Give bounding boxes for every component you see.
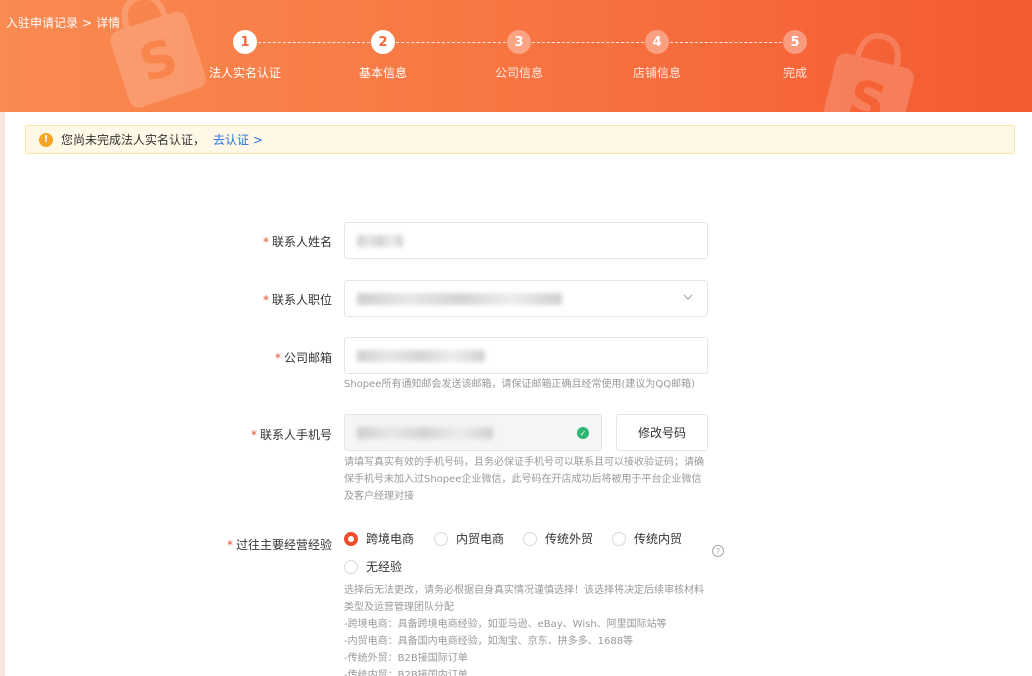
experience-hint: 选择后无法更改，请务必根据自身真实情况谨慎选择！该选择将决定后续审核材料类型及运… [344,582,710,676]
modify-phone-button[interactable]: 修改号码 [616,414,708,451]
contact-name-label-text: 联系人姓名 [271,235,332,249]
breadcrumb-current: 详情 [96,16,121,30]
radio-dot [523,531,537,546]
step-label: 完成 [782,66,807,80]
verification-warning: ! 您尚未完成法人实名认证， 去认证 > [25,125,1015,154]
step-4: 4 店铺信息 [607,30,707,81]
radio-dot [344,559,358,574]
experience-label-text: 过往主要经营经验 [235,538,332,552]
redacted-value [357,427,493,439]
step-label: 店铺信息 [632,66,681,80]
radio-label: 内贸电商 [456,532,505,546]
step-number: 5 [783,30,807,54]
radio-traditional-domestic-trade[interactable]: 传统内贸 [612,530,682,547]
contact-name-label: * 联系人姓名 [263,233,332,250]
step-2: 2 基本信息 [333,30,433,81]
warning-icon: ! [39,132,53,147]
contact-position-label-text: 联系人职位 [271,293,332,307]
warning-text: 您尚未完成法人实名认证， [61,133,206,147]
progress-steps: 1 法人实名认证 2 基本信息 3 公司信息 4 店铺信息 5 完成 [0,30,1032,90]
contact-phone-label-text: 联系人手机号 [259,428,332,442]
required-mark: * [262,293,269,307]
contact-position-select[interactable] [344,280,708,317]
contact-phone-hint: 请填写真实有效的手机号码，且务必保证手机号可以联系且可以接收验证码；请确保手机号… [344,457,704,502]
company-email-input[interactable] [344,337,708,374]
radio-traditional-foreign-trade[interactable]: 传统外贸 [523,530,593,547]
step-3: 3 公司信息 [469,30,569,81]
chevron-down-icon [683,292,693,302]
step-label: 公司信息 [494,66,543,80]
radio-label: 无经验 [366,560,403,574]
experience-hint-line: -内贸电商：具备国内电商经验，如淘宝、京东、拼多多、1688等 [344,636,634,647]
experience-label: * 过往主要经营经验 [227,536,332,553]
company-email-hint: Shopee所有通知邮会发送该邮箱，请保证邮箱正确且经常使用(建议为QQ邮箱) [344,379,696,390]
contact-position-label: * 联系人职位 [263,291,332,308]
required-mark: * [262,235,269,249]
contact-phone-input[interactable]: ✓ [344,414,602,451]
radio-label: 跨境电商 [366,532,415,546]
experience-hint-line: -传统外贸：B2B接国际订单 [344,653,468,664]
step-number: 4 [645,30,669,54]
company-email-label: * 公司邮箱 [275,349,332,366]
step-5: 5 完成 [745,30,845,81]
breadcrumb-parent[interactable]: 入驻申请记录 [6,14,78,31]
contact-name-input[interactable] [344,222,708,259]
step-number: 2 [371,30,395,54]
required-mark: * [226,538,233,552]
radio-cross-border-ecommerce[interactable]: 跨境电商 [344,530,414,547]
radio-dot [344,531,358,546]
step-number: 3 [507,30,531,54]
contact-phone-label: * 联系人手机号 [251,426,332,443]
page-header: S S 入驻申请记录 > 详情 1 法人实名认证 2 基本信息 3 公司信息 4… [0,0,1032,112]
redacted-value [357,350,485,362]
step-1: 1 法人实名认证 [195,30,295,81]
radio-no-experience[interactable]: 无经验 [344,558,402,575]
required-mark: * [250,428,257,442]
experience-hint-line: -传统内贸：B2B接国内订单 [344,670,468,676]
company-email-label-text: 公司邮箱 [283,351,332,365]
step-label: 法人实名认证 [208,66,281,80]
experience-hint-line: 选择后无法更改，请务必根据自身真实情况谨慎选择！该选择将决定后续审核材料类型及运… [344,585,704,613]
check-circle-icon: ✓ [577,427,589,439]
redacted-value [357,293,562,305]
radio-label: 传统内贸 [634,532,683,546]
radio-dot [434,531,448,546]
radio-dot [612,531,626,546]
redacted-value [357,235,403,247]
help-icon[interactable]: ? [712,545,724,557]
breadcrumb-separator: > [82,15,93,30]
radio-domestic-ecommerce[interactable]: 内贸电商 [434,530,504,547]
required-mark: * [274,351,281,365]
step-label: 基本信息 [358,66,407,80]
go-verify-link[interactable]: 去认证 > [213,131,263,148]
breadcrumb: 入驻申请记录 > 详情 [6,14,120,31]
step-number: 1 [233,30,257,54]
radio-label: 传统外贸 [545,532,594,546]
experience-hint-line: -跨境电商：具备跨境电商经验，如亚马逊、eBay、Wish、阿里国际站等 [344,619,667,630]
